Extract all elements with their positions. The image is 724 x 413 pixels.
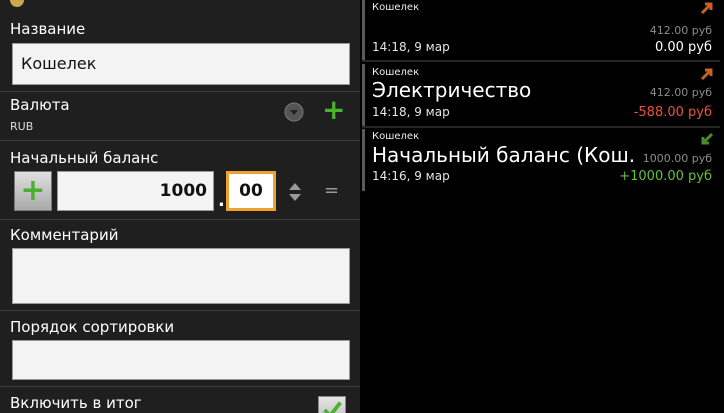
comment-field[interactable] (12, 248, 350, 304)
divider (0, 386, 360, 387)
transaction-time: 14:16, 9 мар (372, 169, 450, 183)
balance-after: 412.00 руб (649, 24, 712, 37)
name-field[interactable]: Кошелек (12, 43, 350, 85)
divider (0, 91, 360, 92)
divider (0, 310, 360, 311)
app-icon (10, 0, 24, 7)
separator (362, 60, 720, 62)
amount-field[interactable]: 1000 (57, 171, 214, 211)
balance-after: 1000.00 руб (642, 152, 712, 165)
stepper-arrows-icon[interactable] (288, 181, 302, 203)
transaction-item[interactable]: Кошелек Начальный баланс (Кош. 1000.00 р… (362, 129, 720, 191)
transaction-amount: 0.00 руб (654, 40, 712, 55)
divider (0, 140, 360, 141)
equals-button[interactable]: = (324, 180, 339, 201)
plus-icon: + (322, 93, 346, 126)
name-label: Название (10, 20, 86, 38)
sort-order-field[interactable] (12, 340, 350, 380)
account-name: Кошелек (372, 2, 420, 13)
include-total-checkbox[interactable] (318, 396, 346, 413)
transaction-time: 14:18, 9 мар (372, 40, 450, 54)
include-total-label: Включить в итог (10, 394, 142, 412)
transaction-item[interactable]: Кошелек 412.00 руб 14:18, 9 мар 0.00 руб (362, 0, 720, 60)
comment-label: Комментарий (10, 226, 119, 244)
transaction-item[interactable]: Кошелек Электричество 412.00 руб 14:18, … (362, 64, 720, 126)
plus-icon: + (20, 173, 46, 208)
check-icon (323, 401, 342, 413)
transaction-time: 14:18, 9 мар (372, 105, 450, 119)
cents-field[interactable]: 00 (226, 171, 276, 211)
income-arrow-icon (701, 132, 714, 145)
currency-label: Валюта (10, 96, 70, 114)
currency-value[interactable]: RUB (10, 120, 33, 133)
separator (362, 126, 720, 128)
add-currency-button[interactable]: + (322, 96, 345, 124)
transaction-list: Кошелек 412.00 руб 14:18, 9 мар 0.00 руб… (362, 0, 724, 413)
transaction-title: Начальный баланс (Кош. (372, 143, 636, 167)
balance-after: 412.00 руб (649, 86, 712, 99)
expense-arrow-icon (700, 2, 713, 15)
expense-arrow-icon (700, 68, 713, 81)
transaction-amount: +1000.00 руб (619, 169, 712, 184)
sort-order-label: Порядок сортировки (10, 318, 175, 336)
decimal-separator: . (218, 190, 225, 211)
sign-toggle-button[interactable]: + (14, 171, 52, 211)
transaction-amount: -588.00 руб (633, 105, 712, 120)
account-edit-form: Название Кошелек Валюта RUB + Начальный … (0, 0, 360, 413)
divider (0, 219, 360, 220)
initial-balance-label: Начальный баланс (10, 149, 159, 167)
account-name: Кошелек (372, 131, 420, 142)
transaction-title: Электричество (372, 78, 532, 102)
dropdown-icon[interactable] (284, 102, 304, 122)
account-name: Кошелек (372, 67, 420, 78)
